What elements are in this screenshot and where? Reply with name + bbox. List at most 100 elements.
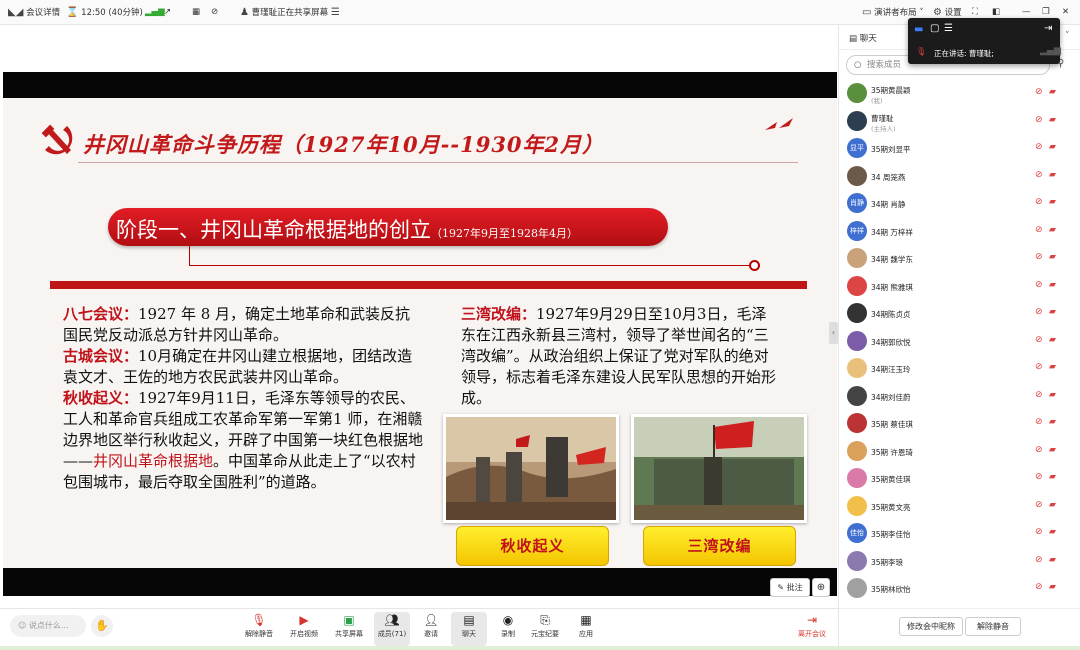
camera-off-icon[interactable]: ▰ [1049, 225, 1056, 235]
member-row[interactable]: 34期刘佳蔚 ⊘ ▰ [839, 383, 1080, 410]
zoom-button[interactable]: ⊕ [812, 578, 830, 597]
member-name: 34期陈贞贞 [871, 310, 911, 319]
member-row[interactable]: 梓祥 34期 万梓祥 ⊘ ▰ [839, 218, 1080, 245]
annotate-button[interactable]: ✎ 批注 [770, 578, 810, 597]
mic-off-icon[interactable]: ⊘ [1035, 170, 1043, 180]
mic-off-icon[interactable]: ⊘ [1035, 225, 1043, 235]
member-row[interactable]: 佳怡 35期李佳怡 ⊘ ▰ [839, 520, 1080, 547]
camera-off-icon[interactable]: ▰ [1049, 335, 1056, 345]
member-row[interactable]: 34期陈贞贞 ⊘ ▰ [839, 300, 1080, 327]
mic-off-icon[interactable]: ⊘ [1035, 417, 1043, 427]
meeting-details-button[interactable]: ◣◢ 会议详情 [8, 6, 60, 20]
avatar: 梓祥 [847, 220, 867, 241]
apps-button[interactable]: ▦ 应用 [568, 612, 604, 646]
mic-off-icon[interactable]: ⊘ [1035, 582, 1043, 592]
member-row[interactable]: 肖静 34期 肖静 ⊘ ▰ [839, 190, 1080, 217]
camera-off-icon[interactable]: ▰ [1049, 582, 1056, 592]
sharing-status[interactable]: ♟ 曹瑾耻正在共享屏幕 ☰ [240, 6, 340, 20]
raise-hand-icon[interactable]: ✋ [91, 615, 113, 637]
mic-off-icon[interactable]: ⊘ [1035, 445, 1043, 455]
mic-off-icon[interactable]: ⊘ [1035, 115, 1043, 125]
avatar: 肖静 [847, 193, 867, 213]
mic-off-icon[interactable]: ⊘ [1035, 390, 1043, 400]
list-icon[interactable]: ☰ [944, 23, 953, 34]
sanwan-reorganization-button[interactable]: 三湾改编 [643, 526, 796, 566]
rename-button[interactable]: 修改会中昵称 [899, 617, 963, 636]
leave-meeting-button[interactable]: ⇥ 离开会议 [794, 612, 830, 646]
speaker-float-panel[interactable]: ▬ ▢ ☰ ⇥ 🎙︎ 正在讲话: 曹瑾耻; ▂▄▆ [908, 18, 1061, 64]
member-row[interactable]: 34 周笼燕 ⊘ ▰ [839, 163, 1080, 190]
mic-off-icon[interactable]: ⊘ [1035, 252, 1043, 262]
member-row[interactable]: 34期郭欣悦 ⊘ ▰ [839, 328, 1080, 355]
mic-off-icon[interactable]: ⊘ [1035, 307, 1043, 317]
member-row[interactable]: 35期黄佳琪 ⊘ ▰ [839, 465, 1080, 492]
invite-icon: 👤︎ [423, 613, 439, 627]
member-row[interactable]: 35期 许恩琦 ⊘ ▰ [839, 438, 1080, 465]
camera-off-icon[interactable]: ▰ [1049, 115, 1056, 125]
collapse-sidebar-handle[interactable]: ‹ [829, 322, 838, 344]
camera-off-icon[interactable]: ▰ [1049, 280, 1056, 290]
camera-off-icon[interactable]: ▰ [1049, 390, 1056, 400]
record-button[interactable]: ◉ 录制 [490, 612, 526, 646]
camera-off-icon[interactable]: ▰ [1049, 142, 1056, 152]
mic-off-icon[interactable]: ⊘ [1035, 87, 1043, 97]
camera-off-icon[interactable]: ▰ [1049, 417, 1056, 427]
close-icon[interactable]: ✕ [1062, 6, 1069, 19]
camera-off-icon[interactable]: ▰ [1049, 555, 1056, 565]
tab-chat[interactable]: ▤ 聊天 [849, 32, 877, 44]
camera-off-icon[interactable]: ▰ [1049, 197, 1056, 207]
mic-off-icon[interactable]: ⊘ [1035, 555, 1043, 565]
mic-off-icon[interactable]: ⊘ [1035, 500, 1043, 510]
mic-off-icon[interactable]: ⊘ [1035, 472, 1043, 482]
camera-off-icon[interactable]: ▰ [1049, 87, 1056, 97]
member-row[interactable]: 显平 35期刘显平 ⊘ ▰ [839, 135, 1080, 162]
member-row[interactable]: 35期黄文亮 ⊘ ▰ [839, 493, 1080, 520]
camera-off-icon[interactable]: ▰ [1049, 307, 1056, 317]
camera-off-icon[interactable]: ▰ [1049, 170, 1056, 180]
camera-off-icon[interactable]: ▰ [1049, 527, 1056, 537]
hammer-sickle-icon [41, 124, 73, 155]
chat-button[interactable]: ▤ 聊天 [451, 612, 487, 646]
mic-off-icon[interactable]: ⊘ [1035, 197, 1043, 207]
share-screen-button[interactable]: ▣ 共享屏幕 [331, 612, 367, 646]
minimize-icon[interactable]: ▬ [914, 24, 923, 35]
camera-off-icon[interactable]: ▰ [1049, 472, 1056, 482]
member-row[interactable]: 35期林欣怡 ⊘ ▰ [839, 575, 1080, 602]
chevron-down-icon[interactable]: ˅ [1065, 31, 1070, 41]
mic-off-icon[interactable]: ⊘ [1035, 527, 1043, 537]
start-video-button[interactable]: ▶︎ 开启视频 [286, 612, 322, 646]
minutes-button[interactable]: ⎘ 元宝纪要 [527, 612, 563, 646]
meeting-timer[interactable]: ⌛ 12:50 (40分钟) [66, 6, 143, 20]
member-row[interactable]: 34期 熊雅琪 ⊘ ▰ [839, 273, 1080, 300]
record-icon: ◉ [502, 613, 514, 627]
mic-off-icon[interactable]: ⊘ [1035, 335, 1043, 345]
camera-off-icon[interactable]: ▰ [1049, 500, 1056, 510]
member-row[interactable]: 34期汪玉玲 ⊘ ▰ [839, 355, 1080, 382]
member-row[interactable]: 35期 蔡佳琪 ⊘ ▰ [839, 410, 1080, 437]
quick-chat-input[interactable]: ☺ 说点什么... [10, 615, 86, 637]
camera-off-icon[interactable]: ▰ [1049, 362, 1056, 372]
camera-off-icon[interactable]: ▰ [1049, 445, 1056, 455]
member-name: 35期 蔡佳琪 [871, 420, 913, 429]
encryption-icon[interactable]: ▦ [192, 6, 200, 19]
autumn-uprising-button[interactable]: 秋收起义 [456, 526, 609, 566]
popout-icon[interactable]: ↗ [164, 6, 171, 19]
member-row[interactable]: 35期李琅 ⊘ ▰ [839, 548, 1080, 575]
network-icon[interactable]: ⊘ [211, 6, 218, 19]
exit-panel-icon[interactable]: ⇥ [1044, 23, 1052, 34]
signal-icon[interactable]: ▂▄▆ [145, 6, 165, 19]
chat-icon: ▤ [463, 613, 475, 627]
mic-off-icon[interactable]: ⊘ [1035, 362, 1043, 372]
window-icon[interactable]: ▢ [930, 23, 939, 34]
member-row[interactable]: 34期 魏学东 ⊘ ▰ [839, 245, 1080, 272]
members-button[interactable]: 👥︎ 成员(71) [374, 612, 410, 646]
member-row[interactable]: 曹瑾耻 (主持人) ⊘ ▰ [839, 108, 1080, 135]
invite-button[interactable]: 👤︎ 邀请 [413, 612, 449, 646]
unmute-self-button[interactable]: 解除静音 [965, 617, 1021, 636]
mic-off-icon[interactable]: ⊘ [1035, 280, 1043, 290]
unmute-button[interactable]: 🎙︎ 解除静音 [241, 612, 277, 646]
mic-off-icon[interactable]: ⊘ [1035, 142, 1043, 152]
speaker-mic-icon: 🎙︎ [916, 47, 927, 56]
member-row[interactable]: 35期黄晨颖 (我) ⊘ ▰ [839, 80, 1080, 107]
camera-off-icon[interactable]: ▰ [1049, 252, 1056, 262]
